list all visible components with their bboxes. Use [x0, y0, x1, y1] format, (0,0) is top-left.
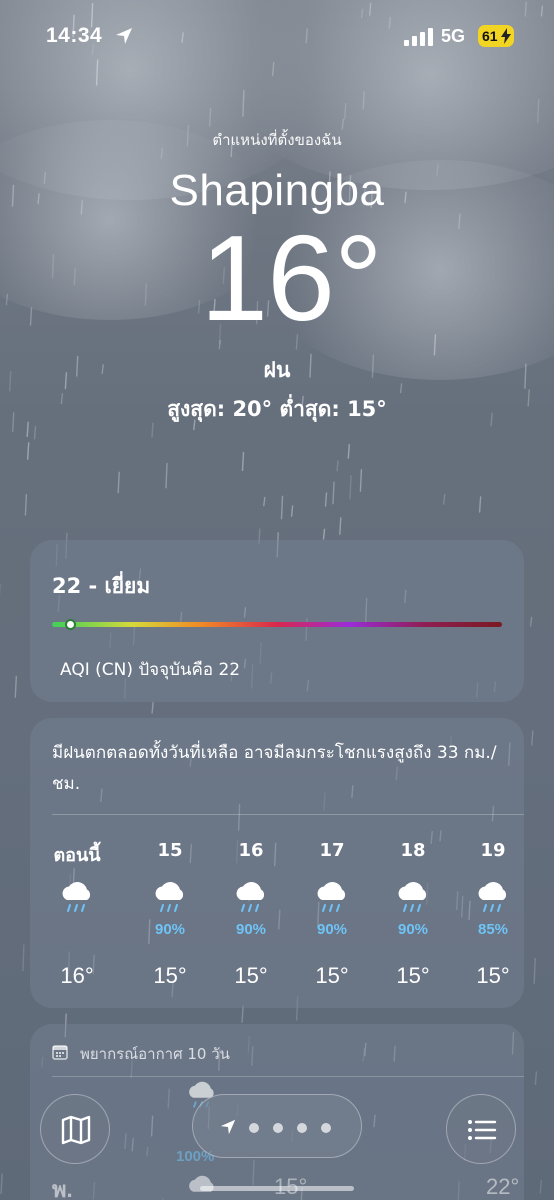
hour-temperature: 15° — [153, 963, 187, 988]
aqi-description: AQI (CN) ปัจจุบันคือ 22 — [60, 660, 241, 680]
hourly-forecast-card[interactable]: มีฝนตกตลอดทั้งวันที่เหลือ อาจมีลมกระโชกแ… — [30, 718, 524, 1008]
rain-cloud-icon — [62, 882, 91, 912]
battery-level: 61 — [482, 28, 498, 44]
location-page-indicator[interactable] — [192, 1094, 362, 1158]
rain-cloud-icon — [236, 882, 265, 912]
network-type: 5G — [441, 26, 466, 46]
city-name: Shapingba — [169, 166, 385, 215]
hourly-item: 18 90% 15° — [378, 840, 448, 989]
precip-chance: 90% — [235, 921, 267, 938]
hourly-item: 17 90% 15° — [297, 840, 367, 989]
hour-temperature: 15° — [234, 963, 268, 988]
hour-label: 16 — [238, 840, 264, 861]
hour-temperature: 15° — [476, 963, 510, 988]
hourly-item: 19 85% 15° — [458, 840, 528, 989]
rain-cloud-icon — [398, 882, 427, 912]
rain-cloud-icon — [155, 882, 184, 912]
ten-day-header: พยากรณ์อากาศ 10 วัน — [80, 1045, 230, 1063]
high-low-text: สูงสุด: 20° ต่ำสุด: 15° — [167, 397, 387, 421]
hourly-item: ตอนนี้ 16° — [42, 840, 112, 989]
map-button[interactable] — [40, 1094, 110, 1164]
charging-bolt-icon — [501, 28, 511, 44]
page-dot — [249, 1123, 259, 1133]
current-temperature: 16° — [200, 210, 383, 346]
location-arrow-icon — [116, 28, 132, 44]
hourly-item: 16 90% 15° — [216, 840, 286, 989]
cellular-signal-icon — [404, 28, 433, 46]
hour-label: ตอนนี้ — [53, 845, 101, 866]
home-indicator[interactable] — [200, 1186, 354, 1191]
calendar-icon — [52, 1045, 68, 1060]
rain-cloud-icon — [478, 882, 507, 912]
precip-chance — [42, 921, 112, 941]
precip-chance: 85% — [477, 921, 509, 938]
page-dot — [297, 1123, 307, 1133]
precip-chance: 90% — [397, 921, 429, 938]
page-dot — [321, 1123, 331, 1133]
list-icon — [468, 1120, 497, 1140]
air-quality-card[interactable]: 22 - เยี่ยม AQI (CN) ปัจจุบันคือ 22 — [30, 540, 524, 702]
divider — [52, 1076, 524, 1077]
hour-temperature: 16° — [60, 963, 94, 988]
divider — [52, 814, 524, 815]
clock: 14:34 — [46, 24, 103, 47]
hour-label: 18 — [400, 840, 426, 861]
hour-label: 19 — [480, 840, 506, 861]
battery-indicator: 61 — [478, 25, 514, 47]
hour-label: 17 — [319, 840, 345, 861]
condition-text: ฝน — [263, 358, 291, 382]
hour-temperature: 15° — [396, 963, 430, 988]
bottom-toolbar — [0, 1080, 554, 1200]
aqi-scale-bar — [52, 622, 502, 627]
forecast-summary: มีฝนตกตลอดทั้งวันที่เหลือ อาจมีลมกระโชกแ… — [52, 743, 497, 794]
precip-chance: 90% — [154, 921, 186, 938]
aqi-indicator-dot — [65, 619, 76, 630]
hour-label: 15 — [157, 840, 183, 861]
map-icon — [61, 1115, 91, 1145]
status-bar: 14:34 5G 61 — [0, 0, 554, 74]
hour-temperature: 15° — [315, 963, 349, 988]
current-weather: ตำแหน่งที่ตั้งของฉัน Shapingba 16° ฝน สู… — [0, 120, 554, 426]
rain-cloud-icon — [317, 882, 346, 912]
location-label: ตำแหน่งที่ตั้งของฉัน — [212, 131, 342, 149]
precip-chance: 90% — [316, 921, 348, 938]
page-dot — [273, 1123, 283, 1133]
hourly-item: 15 90% 15° — [135, 840, 205, 989]
locations-list-button[interactable] — [446, 1094, 516, 1164]
aqi-value: 22 - เยี่ยม — [52, 574, 151, 598]
current-location-arrow-icon — [220, 1119, 236, 1135]
